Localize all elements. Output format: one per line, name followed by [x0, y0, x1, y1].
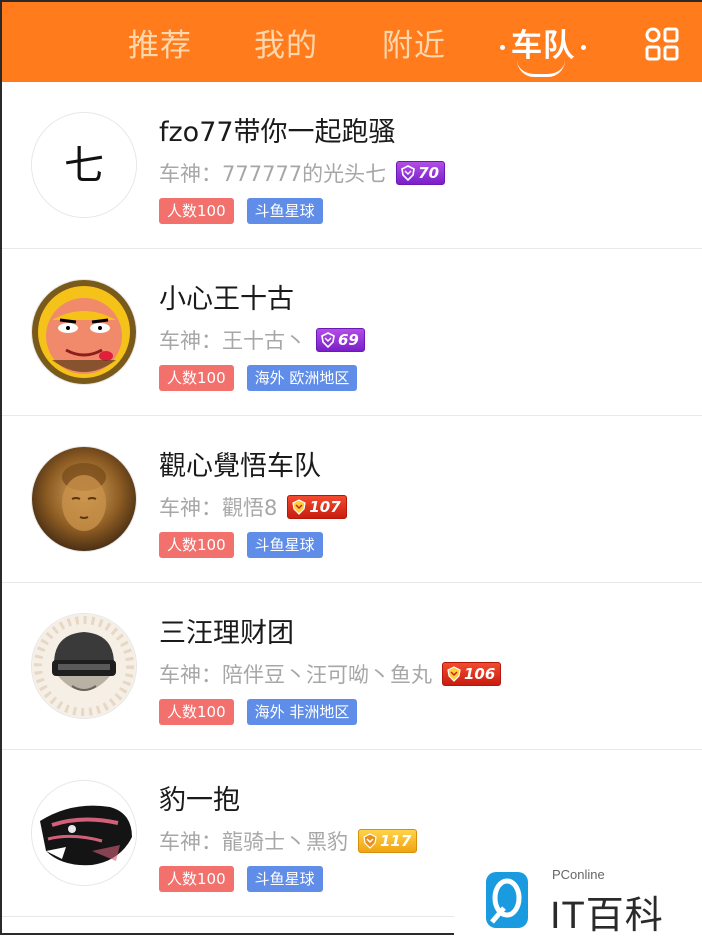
level-number: 70 — [418, 164, 440, 182]
avatar[interactable] — [31, 613, 137, 719]
region-tag: 海外 非洲地区 — [246, 699, 358, 725]
team-name: 小心王十古 — [159, 284, 294, 315]
region-tag: 海外 欧洲地区 — [246, 365, 358, 391]
team-leader-text: 车神：龍骑士丶黑豹 — [159, 830, 348, 854]
member-count-tag: 人数100 — [159, 198, 234, 224]
watermark-big-text: IT百科 — [550, 895, 664, 937]
tab-nearby[interactable]: 附近 — [382, 20, 446, 65]
shield-icon — [401, 165, 416, 181]
region-tag: 斗鱼星球 — [246, 198, 323, 224]
avatar-char: 七 — [64, 143, 104, 189]
avatar[interactable]: 七 — [31, 112, 137, 218]
team-leader-text: 车神：觀悟8 — [159, 496, 278, 520]
team-row[interactable]: 觀心覺悟车队 车神：觀悟8 107 人数100 斗鱼星球 — [2, 416, 702, 583]
watermark-small-text: PConline — [552, 867, 605, 882]
tab-dot-right — [581, 45, 586, 50]
level-number: 117 — [380, 832, 412, 850]
tag-list: 人数100 海外 欧洲地区 — [159, 365, 370, 391]
team-name: 觀心覺悟车队 — [159, 451, 321, 482]
member-count-tag: 人数100 — [159, 365, 234, 391]
level-number: 106 — [464, 665, 496, 683]
level-badge: 106 — [442, 662, 502, 686]
team-leader: 车神：觀悟8 107 — [159, 492, 347, 522]
team-name: 三汪理财团 — [159, 618, 294, 649]
team-row[interactable]: 三汪理财团 车神：陪伴豆丶汪可呦丶鱼丸 106 人数100 海外 非洲地区 — [2, 583, 702, 750]
pconline-logo-icon — [486, 872, 528, 928]
avatar[interactable] — [31, 780, 137, 886]
level-number: 107 — [309, 498, 341, 516]
member-count-tag: 人数100 — [159, 699, 234, 725]
level-badge: 107 — [287, 495, 347, 519]
region-tag: 斗鱼星球 — [246, 532, 323, 558]
team-leader-text: 车神：王十古丶 — [159, 329, 306, 353]
tab-dot-left — [500, 45, 505, 50]
member-count-tag: 人数100 — [159, 532, 234, 558]
tab-recommend[interactable]: 推荐 — [128, 20, 192, 65]
shield-icon — [447, 666, 461, 682]
tab-mine[interactable]: 我的 — [254, 20, 318, 65]
level-number: 69 — [338, 331, 359, 349]
active-tab-indicator — [517, 60, 565, 77]
avatar[interactable] — [31, 446, 137, 552]
level-badge: 117 — [358, 829, 418, 853]
tag-list: 人数100 海外 非洲地区 — [159, 699, 370, 725]
shield-icon — [321, 332, 335, 348]
team-list: 七 fzo77带你一起跑骚 车神：777777的光头七 70 人数100 斗鱼星… — [2, 82, 702, 917]
avatar[interactable] — [31, 279, 137, 385]
team-row[interactable]: 七 fzo77带你一起跑骚 车神：777777的光头七 70 人数100 斗鱼星… — [2, 82, 702, 249]
member-count-tag: 人数100 — [159, 866, 234, 892]
watermark: PConline IT百科 — [454, 860, 702, 937]
team-leader: 车神：龍骑士丶黑豹 117 — [159, 826, 418, 856]
tag-list: 人数100 斗鱼星球 — [159, 532, 336, 558]
top-tab-bar: 推荐 我的 附近 车队 — [2, 2, 702, 82]
region-tag: 斗鱼星球 — [246, 866, 323, 892]
level-badge: 70 — [396, 161, 446, 185]
team-leader: 车神：王十古丶 69 — [159, 325, 365, 355]
team-name: 豹一抱 — [159, 785, 240, 816]
team-leader-text: 车神：陪伴豆丶汪可呦丶鱼丸 — [159, 663, 432, 687]
tab-team-label: 车队 — [511, 28, 575, 64]
shield-icon — [292, 499, 307, 515]
tag-list: 人数100 斗鱼星球 — [159, 198, 336, 224]
tab-team[interactable]: 车队 — [494, 20, 592, 65]
team-row[interactable]: 小心王十古 车神：王十古丶 69 人数100 海外 欧洲地区 — [2, 249, 702, 416]
tag-list: 人数100 斗鱼星球 — [159, 866, 336, 892]
level-badge: 69 — [316, 328, 365, 352]
team-leader-text: 车神：777777的光头七 — [159, 162, 387, 186]
grid-icon[interactable] — [645, 27, 679, 61]
team-leader: 车神：777777的光头七 70 — [159, 158, 446, 188]
team-leader: 车神：陪伴豆丶汪可呦丶鱼丸 106 — [159, 659, 502, 689]
team-name: fzo77带你一起跑骚 — [159, 117, 396, 148]
shield-icon — [363, 833, 377, 849]
